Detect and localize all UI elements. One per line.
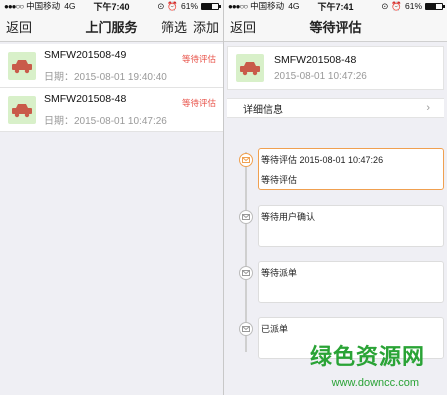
watermark-url: www.downcc.com (331, 377, 419, 389)
detail-info-row[interactable]: 详细信息 › (227, 98, 444, 118)
filter-button[interactable]: 筛选 (161, 17, 187, 36)
timeline-step: 等待用户确认 (258, 205, 444, 247)
order-code: SMFW201508-48 (44, 92, 127, 105)
chevron-right-icon: › (426, 102, 430, 114)
alarm-icon: ⏰ (167, 0, 178, 11)
add-button[interactable]: 添加 (193, 17, 219, 36)
battery-percent: 61% (404, 1, 422, 11)
battery-percent: 61% (180, 1, 198, 11)
carrier-name: 中国移动 (26, 1, 61, 11)
mail-icon (239, 210, 253, 224)
nav-bar: 返回 等待评估 (224, 12, 447, 42)
detail-info-label: 详细信息 (243, 104, 283, 116)
mail-icon (239, 266, 253, 280)
network-type: 4G (64, 1, 76, 11)
order-date: 日期：2015-08-01 10:47:26 (44, 115, 167, 127)
status-bar: ●●●○○ 中国移动 4G 下午7:40 ⊙ ⏰ 61% (0, 0, 223, 12)
network-type: 4G (288, 1, 300, 11)
page-title: 上门服务 (85, 20, 138, 35)
timeline-node-active (239, 153, 253, 167)
nav-bar: 返回 上门服务 筛选 添加 (0, 12, 223, 42)
status-bar: ●●●○○ 中国移动 4G 下午7:41 ⊙ ⏰ 61% (224, 0, 447, 12)
status-time: 下午7:41 (317, 1, 354, 12)
signal-strength: ●●●○○ (228, 1, 248, 11)
timeline-step-title: 等待用户确认 (261, 212, 316, 222)
order-list: SMFW201508-49 日期：2015-08-01 19:40:40 等待评… (0, 44, 223, 132)
timeline-step: 等待派单 (258, 261, 444, 303)
left-screen: ●●●○○ 中国移动 4G 下午7:40 ⊙ ⏰ 61% 返回 上门服务 筛选 … (0, 0, 223, 395)
battery-fill (426, 3, 436, 9)
timeline-step-title: 已派单 (261, 324, 289, 334)
back-button[interactable]: 返回 (6, 17, 32, 36)
alarm-icon: ⏰ (391, 0, 402, 11)
order-code: SMFW201508-48 (274, 54, 357, 66)
order-row[interactable]: SMFW201508-48 日期：2015-08-01 10:47:26 等待评… (0, 88, 223, 132)
timeline-step-sub: 等待评估 (261, 175, 298, 185)
status-badge: 等待评估 (181, 54, 216, 64)
status-time: 下午7:40 (93, 1, 130, 12)
car-icon (8, 51, 36, 80)
order-date: 日期：2015-08-01 19:40:40 (44, 71, 167, 83)
lock-icon: ⊙ (381, 0, 389, 11)
car-icon (236, 54, 264, 82)
order-row[interactable]: SMFW201508-49 日期：2015-08-01 19:40:40 等待评… (0, 44, 223, 88)
right-screen: ●●●○○ 中国移动 4G 下午7:41 ⊙ ⏰ 61% 返回 等待评估 SMF… (224, 0, 447, 395)
order-code: SMFW201508-49 (44, 48, 127, 61)
status-badge: 等待评估 (181, 98, 216, 108)
lock-icon: ⊙ (157, 0, 165, 11)
order-date: 2015-08-01 10:47:26 (274, 71, 367, 82)
mail-icon (239, 322, 253, 336)
timeline-step-title: 等待评估 2015-08-01 10:47:26 (261, 155, 384, 165)
back-button[interactable]: 返回 (230, 17, 256, 36)
timeline-step-title: 等待派单 (261, 268, 298, 278)
watermark-logo: 绿色资源网 (309, 344, 425, 369)
battery-icon (425, 2, 445, 10)
order-summary-card: SMFW201508-48 2015-08-01 10:47:26 (227, 46, 444, 90)
car-icon (8, 95, 36, 124)
page-title: 等待评估 (309, 20, 362, 35)
battery-icon (201, 2, 221, 10)
carrier-name: 中国移动 (250, 1, 285, 11)
timeline-step: 等待评估 2015-08-01 10:47:26 等待评估 (258, 148, 444, 190)
battery-fill (202, 3, 212, 9)
signal-strength: ●●●○○ (4, 1, 24, 11)
